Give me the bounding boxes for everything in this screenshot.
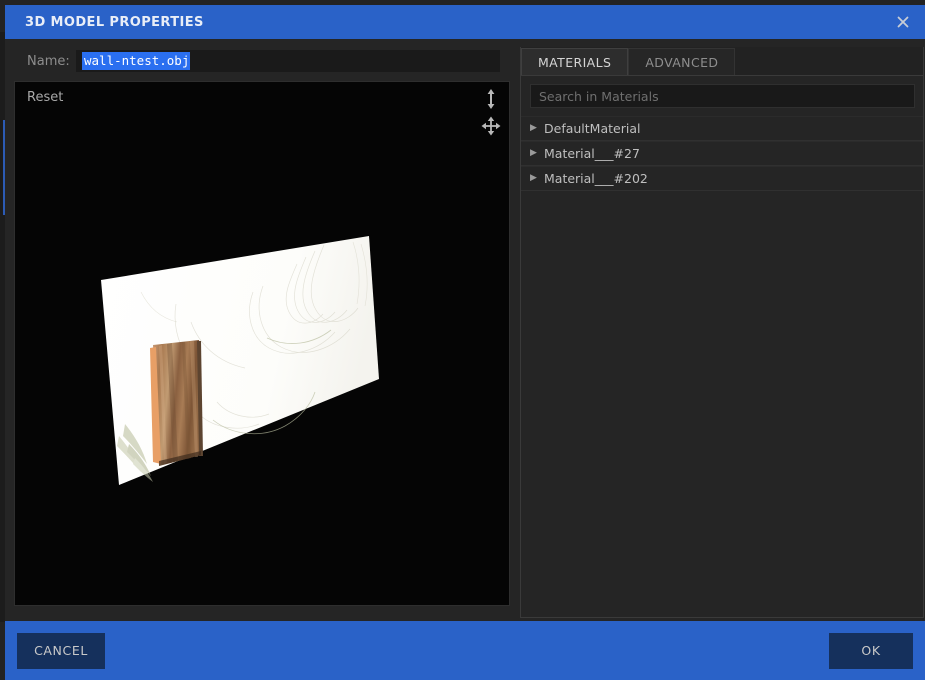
search-placeholder: Search in Materials <box>539 88 659 104</box>
model-render <box>101 236 379 485</box>
list-item[interactable]: ▶ Material___#27 <box>521 141 923 166</box>
tab-materials[interactable]: MATERIALS <box>521 48 629 75</box>
list-item[interactable]: ▶ Material___#202 <box>521 166 923 191</box>
chevron-right-icon[interactable]: ▶ <box>530 174 544 183</box>
left-column: Name: wall-ntest.obj Reset <box>5 39 510 621</box>
reset-button[interactable]: Reset <box>27 90 63 105</box>
name-label: Name: <box>27 53 70 69</box>
dialog-titlebar[interactable]: 3D MODEL PROPERTIES <box>5 5 925 39</box>
list-item[interactable]: ▶ DefaultMaterial <box>521 116 923 141</box>
material-list: ▶ DefaultMaterial ▶ Material___#27 ▶ Mat… <box>521 116 923 617</box>
name-input[interactable]: wall-ntest.obj <box>76 50 500 72</box>
name-input-value: wall-ntest.obj <box>82 52 191 70</box>
material-name: Material___#202 <box>544 171 648 186</box>
dialog-footer: CANCEL OK <box>5 621 925 680</box>
panel-tabbar: MATERIALS ADVANCED <box>521 47 923 76</box>
move-icon[interactable] <box>480 115 502 137</box>
model-viewport[interactable]: Reset <box>14 81 510 606</box>
ok-button[interactable]: OK <box>829 632 913 669</box>
model-properties-dialog: 3D MODEL PROPERTIES Name: wall-ntest.obj… <box>5 5 925 680</box>
chevron-right-icon[interactable]: ▶ <box>530 149 544 158</box>
dialog-title: 3D MODEL PROPERTIES <box>25 14 204 30</box>
dialog-body: Name: wall-ntest.obj Reset MATERIALS ADV… <box>5 39 925 621</box>
close-icon[interactable] <box>881 5 925 39</box>
material-name: Material___#27 <box>544 146 640 161</box>
materials-panel: MATERIALS ADVANCED Search in Materials ▶… <box>520 47 924 618</box>
material-name: DefaultMaterial <box>544 121 641 136</box>
vertical-resize-icon[interactable] <box>480 88 502 110</box>
chevron-right-icon[interactable]: ▶ <box>530 124 544 133</box>
search-zone: Search in Materials <box>521 76 923 116</box>
tab-advanced[interactable]: ADVANCED <box>628 48 736 75</box>
search-input[interactable]: Search in Materials <box>530 84 915 108</box>
cancel-button[interactable]: CANCEL <box>17 632 105 669</box>
name-row: Name: wall-ntest.obj <box>14 47 510 75</box>
